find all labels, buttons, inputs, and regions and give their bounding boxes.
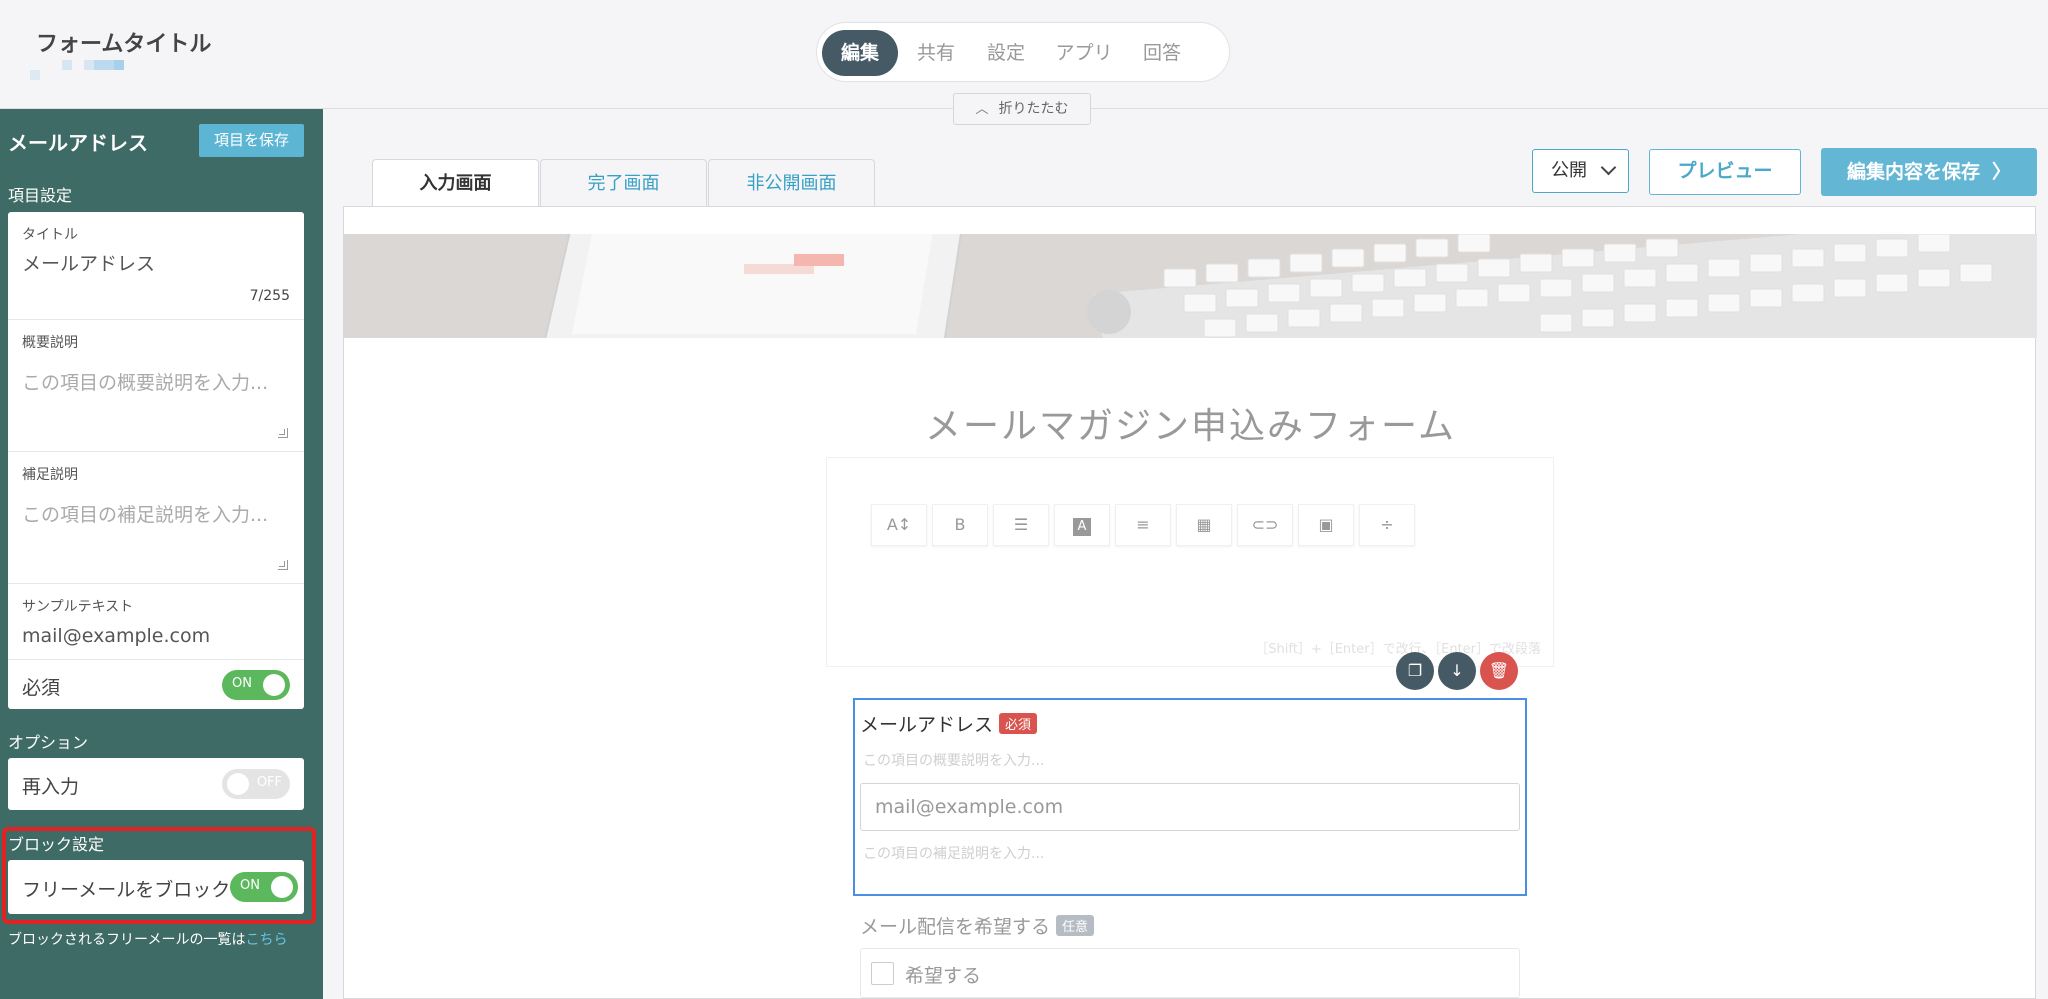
table-icon[interactable]: ▦ bbox=[1176, 504, 1232, 546]
field-description: この項目の概要説明を入力... bbox=[863, 753, 1045, 769]
sample-label: サンプルテキスト bbox=[22, 599, 134, 615]
move-down-icon[interactable]: ↓ bbox=[1438, 652, 1476, 690]
nav-settings[interactable]: 設定 bbox=[974, 30, 1038, 76]
sidebar-title: メールアドレス bbox=[8, 131, 148, 155]
email-input[interactable]: mail@example.com bbox=[860, 783, 1520, 831]
keyboard-tablet-image bbox=[344, 234, 2037, 338]
toggle-knob bbox=[263, 674, 285, 696]
newsletter-checkbox[interactable] bbox=[871, 962, 894, 985]
supplement-label: 補足説明 bbox=[22, 467, 78, 483]
summary-label: 概要説明 bbox=[22, 335, 78, 351]
sample-text-field[interactable]: サンプルテキスト mail@example.com bbox=[8, 584, 304, 660]
reentry-label: 再入力 bbox=[22, 776, 80, 798]
mode-nav: 編集 共有 設定 アプリ 回答 bbox=[816, 22, 1230, 82]
block-note: ブロックされるフリーメールの一覧はこちら bbox=[8, 929, 287, 949]
field-settings-sidebar: メールアドレス 項目を保存 項目設定 タイトル メールアドレス 7/255 概要… bbox=[0, 109, 323, 999]
save-changes-label: 編集内容を保存 bbox=[1846, 161, 1980, 183]
chevron-right-icon: 〉 bbox=[1992, 161, 2012, 183]
summary-textarea[interactable]: この項目の概要説明を入力... bbox=[22, 368, 268, 395]
image-icon[interactable]: ▣ bbox=[1298, 504, 1354, 546]
required-row: 必須 ON bbox=[8, 660, 304, 709]
item-settings-heading: 項目設定 bbox=[8, 186, 73, 205]
resize-handle-icon[interactable] bbox=[278, 560, 288, 570]
divider-icon[interactable]: ÷ bbox=[1359, 504, 1415, 546]
save-item-button[interactable]: 項目を保存 bbox=[199, 124, 304, 157]
form-canvas: メールマガジン申込みフォーム A↕ B ☰ A ≡ ▦ ⊂⊃ ▣ ÷ ［Shif… bbox=[343, 206, 2037, 999]
logo-mark bbox=[30, 58, 140, 82]
options-card: 再入力 OFF bbox=[8, 758, 304, 810]
field-title: メールアドレス 必須 bbox=[860, 710, 1038, 737]
sample-input[interactable]: mail@example.com bbox=[22, 625, 210, 647]
copy-icon[interactable]: ❐ bbox=[1396, 652, 1434, 690]
field-title-text: メールアドレス bbox=[860, 714, 994, 736]
required-toggle[interactable]: ON bbox=[222, 670, 290, 700]
resize-handle-icon[interactable] bbox=[278, 428, 288, 438]
publish-status-select[interactable]: 公開 bbox=[1532, 149, 1629, 193]
reentry-toggle-state: OFF bbox=[256, 775, 282, 790]
tab-private-screen[interactable]: 非公開画面 bbox=[708, 159, 875, 207]
save-changes-button[interactable]: 編集内容を保存〉 bbox=[1821, 148, 2037, 196]
collapse-label: 折りたたむ bbox=[998, 101, 1069, 117]
supplement-field[interactable]: 補足説明 この項目の補足説明を入力... bbox=[8, 452, 304, 584]
nav-apps[interactable]: アプリ bbox=[1044, 30, 1124, 76]
selected-email-field[interactable]: メールアドレス 必須 この項目の概要説明を入力... mail@example.c… bbox=[853, 698, 1527, 896]
form-title: フォームタイトル bbox=[36, 32, 212, 57]
publish-status-value: 公開 bbox=[1551, 160, 1587, 181]
preview-button[interactable]: プレビュー bbox=[1649, 149, 1801, 195]
nav-edit[interactable]: 編集 bbox=[822, 30, 898, 76]
chevron-down-icon bbox=[1600, 159, 1617, 176]
bold-icon[interactable]: B bbox=[932, 504, 988, 546]
chevron-up-icon: ︿ bbox=[975, 102, 989, 117]
free-mail-list-link[interactable]: こちら bbox=[245, 932, 287, 948]
delete-icon[interactable]: 🗑 bbox=[1480, 652, 1518, 690]
required-label: 必須 bbox=[22, 677, 61, 699]
required-badge: 必須 bbox=[999, 713, 1038, 734]
title-field-label: タイトル bbox=[22, 227, 78, 243]
summary-field[interactable]: 概要説明 この項目の概要説明を入力... bbox=[8, 320, 304, 452]
nav-responses[interactable]: 回答 bbox=[1130, 30, 1194, 76]
collapse-button[interactable]: ︿ 折りたたむ bbox=[953, 93, 1091, 125]
nav-share[interactable]: 共有 bbox=[904, 30, 968, 76]
field-supplement: この項目の補足説明を入力... bbox=[863, 846, 1045, 862]
toggle-knob bbox=[227, 773, 249, 795]
required-toggle-state: ON bbox=[232, 676, 252, 691]
title-char-counter: 7/255 bbox=[249, 288, 290, 304]
font-size-icon[interactable]: A↕ bbox=[871, 504, 927, 546]
list-icon[interactable]: ☰ bbox=[993, 504, 1049, 546]
supplement-textarea[interactable]: この項目の補足説明を入力... bbox=[22, 500, 268, 527]
newsletter-option[interactable]: 希望する bbox=[860, 948, 1520, 998]
newsletter-option-label: 希望する bbox=[905, 965, 982, 987]
options-heading: オプション bbox=[8, 733, 89, 752]
form-heading[interactable]: メールマガジン申込みフォーム bbox=[344, 397, 2037, 449]
link-icon[interactable]: ⊂⊃ bbox=[1237, 504, 1293, 546]
block-note-text: ブロックされるフリーメールの一覧は bbox=[8, 932, 246, 948]
optional-badge: 任意 bbox=[1056, 915, 1095, 936]
newsletter-field-title[interactable]: メール配信を希望する 任意 bbox=[860, 912, 1095, 939]
align-icon[interactable]: ≡ bbox=[1115, 504, 1171, 546]
newsletter-title-text: メール配信を希望する bbox=[860, 916, 1051, 938]
highlight-box bbox=[2, 827, 316, 924]
title-field-input[interactable]: メールアドレス bbox=[22, 249, 155, 276]
text-color-icon[interactable]: A bbox=[1054, 504, 1110, 546]
title-field[interactable]: タイトル メールアドレス 7/255 bbox=[8, 212, 304, 320]
item-settings-card: タイトル メールアドレス 7/255 概要説明 この項目の概要説明を入力... … bbox=[8, 212, 304, 709]
rich-text-editor[interactable]: A↕ B ☰ A ≡ ▦ ⊂⊃ ▣ ÷ ［Shift］+［Enter］で改行、［… bbox=[826, 457, 1554, 667]
tab-input-screen[interactable]: 入力画面 bbox=[372, 159, 539, 208]
reentry-toggle[interactable]: OFF bbox=[222, 769, 290, 799]
header-banner-image[interactable] bbox=[344, 234, 2037, 338]
tab-complete-screen[interactable]: 完了画面 bbox=[540, 159, 707, 207]
